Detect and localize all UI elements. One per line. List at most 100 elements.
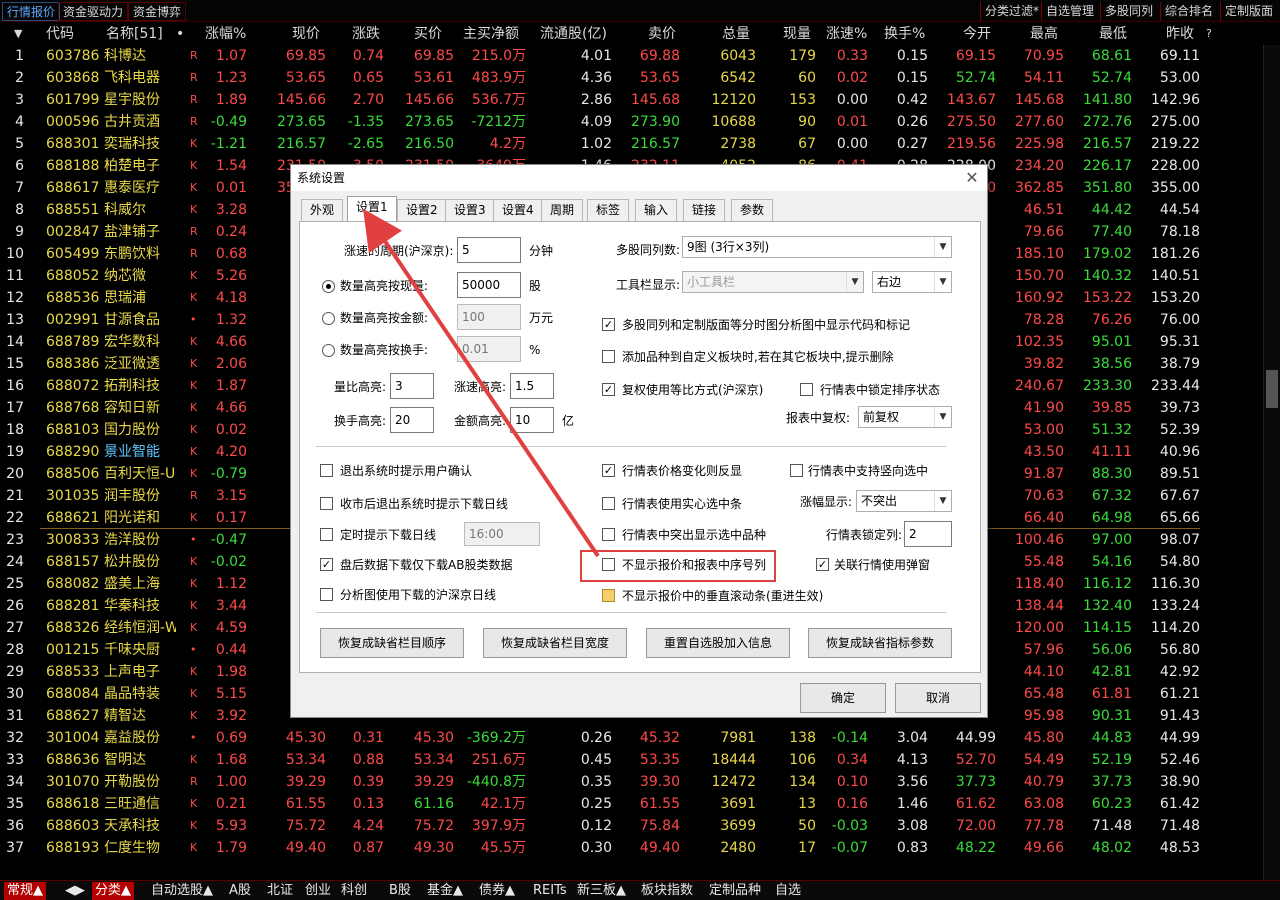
table-row[interactable]: 5 688301 奕瑞科技 K -1.21 216.57 -2.65 216.50 4.2万 1.… [0,133,1215,155]
header-flow[interactable]: 主买净额 [463,23,519,45]
table-row[interactable]: 4 000596 古井贡酒 R -0.49 273.65 -1.35 273.65 -7212万… [0,111,1215,133]
close-icon[interactable]: ✕ [961,167,983,189]
r3b-input[interactable]: 2 [904,521,952,547]
table-row[interactable]: 3 601799 星宇股份 R 1.89 145.66 2.70 145.66 536.7万 2.… [0,89,1215,111]
tab-settings2[interactable]: 设置2 [397,199,447,221]
sp-input[interactable]: 1.5 [510,373,554,399]
tab-a-share[interactable]: A股 [226,882,254,900]
tab-params[interactable]: 参数 [731,199,774,221]
tab-custom-layout[interactable]: 定制版面 [1220,2,1277,21]
tab-links[interactable]: 链接 [683,199,726,221]
tab-fund-drive[interactable]: 资金驱动力 [58,2,129,21]
header-cur[interactable]: 现量 [783,23,811,45]
header-code[interactable]: 代码 [46,23,74,45]
tab-ranking[interactable]: 综合排名 [1160,2,1217,21]
checkbox-c5[interactable] [320,588,333,601]
tab-self-select[interactable]: 自选 [772,882,804,900]
table-row[interactable]: 32 301004 嘉益股份 • 0.69 45.30 0.31 45.30 -369.2万 0.… [0,727,1215,749]
tab-star[interactable]: 科创 [338,882,370,900]
header-vol[interactable]: 总量 [722,23,750,45]
table-row[interactable]: 33 688636 智明达 K 1.68 53.34 0.88 53.34 251.6万 0.45… [0,749,1215,771]
tab-multi-stock[interactable]: 多股同列 [1100,2,1157,21]
checkbox-c4[interactable]: ✓ [320,558,333,571]
ok-button[interactable]: 确定 [800,683,886,713]
table-row[interactable]: 36 688603 天承科技 K 5.93 75.72 4.24 75.72 397.9万 0.1… [0,815,1215,837]
tab-quotes[interactable]: 行情报价 [2,2,61,21]
header-low[interactable]: 最低 [1099,23,1127,45]
tab-beizheng[interactable]: 北证 [264,882,296,900]
vol-input[interactable]: 50000 [457,272,521,298]
tab-reits[interactable]: REITs [530,882,570,900]
checkbox-c2[interactable] [320,497,333,510]
header-pct[interactable]: 涨幅% [205,23,246,45]
tab-custom-variety[interactable]: 定制品种 [706,882,764,900]
table-row[interactable]: 1 603786 科博达 R 1.07 69.85 0.74 69.85 215.0万 4.01 6… [0,45,1215,67]
amt-input[interactable]: 100 [457,304,521,330]
tab-normal[interactable]: 常规▲ [4,882,46,900]
tab-watchlist-manage[interactable]: 自选管理 [1041,2,1098,21]
r2b-select[interactable]: 不突出 ▼ [856,490,952,512]
tab-sector-index[interactable]: 板块指数 [638,882,696,900]
restore-indicator-params-button[interactable]: 恢复成缺省指标参数 [808,628,952,658]
tab-chinext[interactable]: 创业 [302,882,334,900]
tab-settings3[interactable]: 设置3 [445,199,495,221]
tab-category[interactable]: 分类▲ [92,882,134,900]
am-input[interactable]: 10 [510,407,554,433]
checkbox-opt3[interactable]: ✓ [602,383,615,396]
reset-watchlist-button[interactable]: 重置自选股加入信息 [646,628,790,658]
restore-column-order-button[interactable]: 恢复成缺省栏目顺序 [320,628,464,658]
table-row[interactable]: 37 688193 仁度生物 K 1.79 49.40 0.87 49.30 45.5万 0.30… [0,837,1215,859]
header-float[interactable]: 流通股(亿) [540,23,607,45]
radio-turn[interactable] [322,344,335,357]
multi-select[interactable]: 9图 (3行×3列) ▼ [682,236,952,258]
header-turn[interactable]: 换手% [884,23,925,45]
scrollbar-thumb[interactable] [1266,370,1278,408]
checkbox-r5[interactable] [602,589,615,602]
table-row[interactable]: 2 603868 飞科电器 R 1.23 53.65 0.65 53.61 483.9万 4.36… [0,67,1215,89]
checkbox-r1b[interactable] [790,464,803,477]
toolbar-select[interactable]: 小工具栏 ▼ [682,271,864,293]
tab-auto-pick[interactable]: 自动选股▲ [148,882,216,900]
tr-input[interactable]: 20 [390,407,434,433]
turn-input[interactable]: 0.01 [457,336,521,362]
tab-nav-arrows[interactable]: ◀▶ [62,882,88,900]
restore-column-width-button[interactable]: 恢复成缺省栏目宽度 [483,628,627,658]
header-chg[interactable]: 涨跌 [352,23,380,45]
header-high[interactable]: 最高 [1030,23,1058,45]
tab-appearance[interactable]: 外观 [301,199,344,221]
header-bid[interactable]: 买价 [414,23,442,45]
tab-labels[interactable]: 标签 [587,199,630,221]
tab-category-filter[interactable]: 分类过滤* [980,2,1043,21]
header-speed[interactable]: 涨速% [826,23,867,45]
checkbox-opt4[interactable] [800,383,813,396]
radio-amt[interactable] [322,312,335,325]
vr-input[interactable]: 3 [390,373,434,399]
checkbox-c3[interactable] [320,528,333,541]
checkbox-opt1[interactable]: ✓ [602,318,615,331]
checkbox-r2[interactable] [602,497,615,510]
tab-period[interactable]: 周期 [541,199,584,221]
speed-period-input[interactable]: 5 [457,237,521,263]
checkbox-r3[interactable] [602,528,615,541]
checkbox-r4b[interactable]: ✓ [816,558,829,571]
tab-fund-game[interactable]: 资金博弈 [128,2,187,21]
checkbox-opt2[interactable] [602,350,615,363]
sort-arrow-icon[interactable]: ▼ [14,23,22,45]
tab-fund[interactable]: 基金▲ [424,882,466,900]
toolbar-pos-select[interactable]: 右边 ▼ [872,271,952,293]
tab-settings1[interactable]: 设置1 [347,196,397,222]
table-row[interactable]: 35 688618 三旺通信 K 0.21 61.55 0.13 61.16 42.1万 0.25… [0,793,1215,815]
tab-bond[interactable]: 债券▲ [476,882,518,900]
tab-settings4[interactable]: 设置4 [493,199,543,221]
header-name[interactable]: 名称[51] [106,23,163,45]
header-price[interactable]: 现价 [292,23,320,45]
header-open[interactable]: 今开 [963,23,991,45]
fq-select[interactable]: 前复权 ▼ [858,406,952,428]
header-prev[interactable]: 昨收 [1166,23,1194,45]
table-row[interactable]: 34 301070 开勒股份 R 1.00 39.29 0.39 39.29 -440.8万 0.… [0,771,1215,793]
cancel-button[interactable]: 取消 [895,683,981,713]
radio-vol[interactable] [322,280,335,293]
checkbox-r1[interactable]: ✓ [602,464,615,477]
time-input[interactable]: 16:00 [464,522,540,546]
tab-input[interactable]: 输入 [635,199,678,221]
